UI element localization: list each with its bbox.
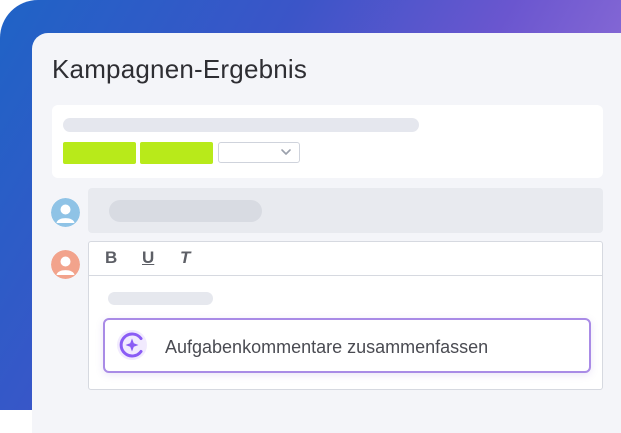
avatar bbox=[51, 198, 80, 227]
underline-button[interactable]: U bbox=[142, 248, 154, 268]
bold-button[interactable]: B bbox=[105, 248, 117, 268]
placeholder-text-bar bbox=[63, 118, 419, 132]
status-tag[interactable] bbox=[140, 142, 213, 164]
summarize-comments-label: Aufgabenkommentare zusammenfassen bbox=[165, 337, 489, 357]
avatar bbox=[51, 250, 80, 279]
comment-placeholder bbox=[109, 200, 262, 222]
editor-toolbar bbox=[89, 242, 602, 276]
chevron-down-icon bbox=[281, 149, 291, 155]
editor-placeholder-line bbox=[108, 292, 213, 305]
ai-sparkle-icon bbox=[117, 330, 147, 360]
status-tag[interactable] bbox=[63, 142, 136, 164]
field-select[interactable] bbox=[218, 142, 300, 163]
italic-button[interactable]: T bbox=[180, 248, 190, 268]
page-title: Kampagnen-Ergebnis bbox=[52, 54, 308, 84]
